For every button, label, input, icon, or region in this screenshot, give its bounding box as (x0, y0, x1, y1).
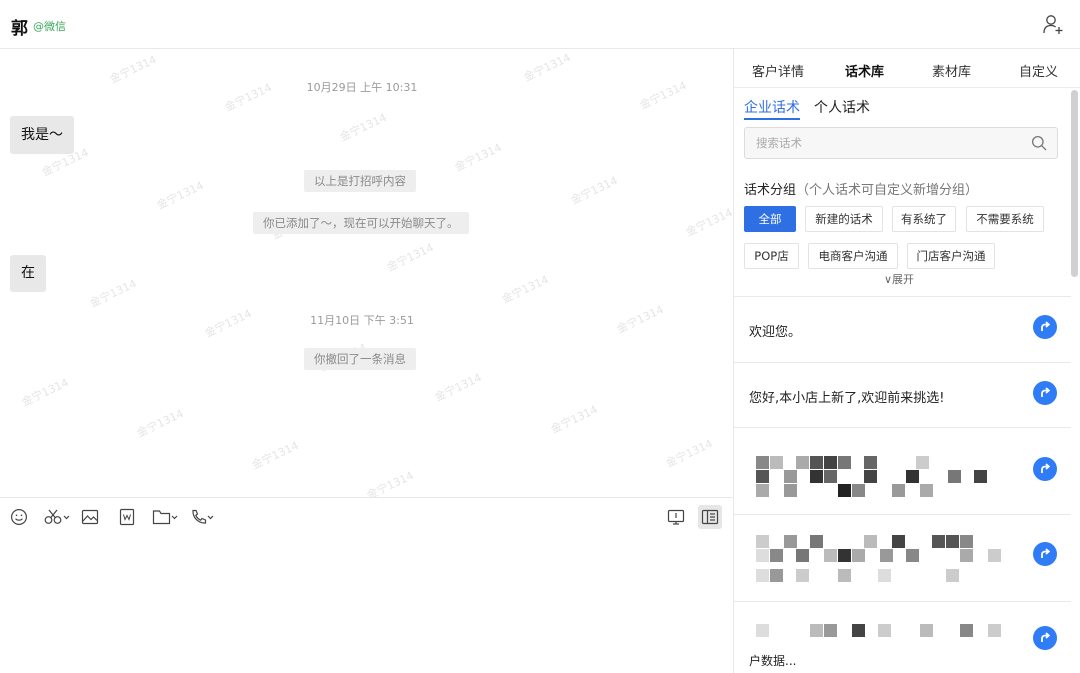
contact-name: 郭 (11, 19, 28, 39)
watermark: 金宁1314 (337, 110, 389, 144)
script-item[interactable]: 您好,本小店上新了,欢迎前来挑选! (734, 363, 1071, 428)
watermark: 金宁1314 (107, 52, 159, 86)
send-script-button[interactable] (1033, 542, 1057, 566)
screenshot-button[interactable] (44, 507, 72, 527)
watermark: 金宁1314 (364, 468, 416, 497)
share-arrow-icon (1041, 632, 1051, 642)
group-title-hint: （个人话术可自定义新增分组） (796, 183, 979, 198)
group-chip-all[interactable]: 全部 (744, 206, 796, 232)
panel-toggle-icon (701, 509, 719, 525)
share-arrow-icon (1041, 548, 1051, 558)
emoji-icon (10, 508, 28, 526)
group-chip[interactable]: 电商客户沟通 (808, 243, 898, 269)
watermark: 金宁1314 (663, 436, 715, 470)
group-chip[interactable]: 门店客户沟通 (907, 243, 995, 269)
share-arrow-icon (1041, 387, 1051, 397)
script-text: 欢迎您。 (749, 325, 802, 340)
script-text: 户数据... (749, 654, 797, 668)
group-chip[interactable]: 不需要系统 (966, 206, 1044, 232)
watermark: 金宁1314 (614, 302, 666, 336)
watermark: 金宁1314 (548, 402, 600, 436)
folder-icon (152, 510, 178, 525)
file-button[interactable] (118, 507, 136, 527)
expand-groups-toggle[interactable]: ∨展开 (884, 271, 914, 287)
watermark: 金宁1314 (521, 50, 573, 84)
script-item[interactable] (734, 515, 1071, 601)
share-arrow-icon (1041, 463, 1051, 473)
group-title-label: 话术分组 (744, 183, 797, 198)
watermark: 金宁1314 (19, 375, 71, 409)
tab-custom[interactable]: 自定义 (1019, 61, 1058, 80)
watermark: 金宁1314 (452, 140, 504, 174)
script-search-box (744, 127, 1058, 159)
message-bubble[interactable]: 在 (10, 255, 46, 292)
folder-button[interactable] (152, 507, 180, 527)
side-panel: 客户详情 话术库 素材库 自定义 企业话术 个人话术 话术分组（个人话术可自定义… (733, 49, 1080, 673)
watermark: 金宁1314 (202, 306, 254, 340)
pixelated-script-text (744, 620, 1004, 650)
message-input[interactable] (0, 535, 733, 673)
send-script-button[interactable] (1033, 315, 1057, 339)
system-notice: 你撤回了一条消息 (304, 348, 416, 370)
system-notice: 你已添加了～，现在可以开始聊天了。 (253, 212, 469, 234)
watermark: 金宁1314 (134, 406, 186, 440)
script-item[interactable] (734, 428, 1071, 514)
subtab-personal-scripts[interactable]: 个人话术 (814, 97, 870, 117)
panel-scrollbar[interactable] (1071, 90, 1078, 277)
message-timestamp: 10月29日 上午 10:31 (306, 81, 418, 94)
share-arrow-icon (1041, 321, 1051, 331)
input-toolbar (0, 497, 733, 535)
watermark: 金宁1314 (432, 370, 484, 404)
send-script-button[interactable] (1033, 626, 1057, 650)
image-button[interactable] (81, 507, 99, 527)
tab-material-library[interactable]: 素材库 (932, 61, 971, 80)
watermark: 金宁1314 (568, 173, 620, 207)
watermark: 金宁1314 (637, 78, 689, 112)
pixelated-script-text (744, 446, 1004, 497)
phone-icon (192, 509, 214, 524)
emoji-button[interactable] (10, 507, 28, 527)
panel-tabs: 客户详情 话术库 素材库 自定义 (734, 49, 1080, 88)
watermark: 金宁1314 (249, 438, 301, 472)
script-search-input[interactable] (745, 128, 1015, 158)
chat-header: 郭 @微信 (0, 0, 1080, 49)
send-script-button[interactable] (1033, 381, 1057, 405)
scissors-icon (44, 509, 70, 524)
contact-source: @微信 (33, 20, 66, 33)
send-script-button[interactable] (1033, 457, 1057, 481)
group-chip[interactable]: 有系统了 (892, 206, 956, 232)
subtab-underline (744, 118, 800, 120)
watermark: 金宁1314 (154, 178, 206, 212)
side-panel-toggle[interactable] (698, 505, 722, 529)
image-icon (81, 509, 99, 525)
watermark: 金宁1314 (87, 276, 139, 310)
word-file-icon (119, 508, 135, 526)
tab-script-library[interactable]: 话术库 (845, 61, 884, 80)
group-chip[interactable]: POP店 (744, 243, 799, 269)
pixelated-script-text (744, 531, 1004, 586)
add-member-icon[interactable] (1042, 13, 1064, 35)
screen-share-button[interactable] (667, 507, 685, 527)
search-icon[interactable] (1031, 135, 1047, 151)
group-chip[interactable]: 新建的话术 (805, 206, 883, 232)
script-item[interactable]: 欢迎您。 (734, 297, 1071, 362)
script-item[interactable]: 户数据... (734, 602, 1071, 673)
call-button[interactable] (190, 507, 216, 527)
screen-share-icon (667, 509, 685, 525)
group-title: 话术分组（个人话术可自定义新增分组） (744, 179, 978, 198)
system-notice: 以上是打招呼内容 (304, 170, 416, 192)
message-timestamp: 11月10日 下午 3:51 (310, 314, 414, 327)
tab-customer-details[interactable]: 客户详情 (752, 61, 804, 80)
watermark: 金宁1314 (384, 240, 436, 274)
subtab-enterprise-scripts[interactable]: 企业话术 (744, 97, 800, 117)
script-text: 您好,本小店上新了,欢迎前来挑选! (749, 391, 945, 406)
watermark: 金宁1314 (499, 272, 551, 306)
message-bubble[interactable]: 我是～ (10, 116, 74, 154)
chat-message-area[interactable]: 金宁1314 金宁1314 金宁1314 金宁1314 金宁1314 金宁131… (0, 49, 733, 497)
watermark: 金宁1314 (683, 205, 733, 239)
